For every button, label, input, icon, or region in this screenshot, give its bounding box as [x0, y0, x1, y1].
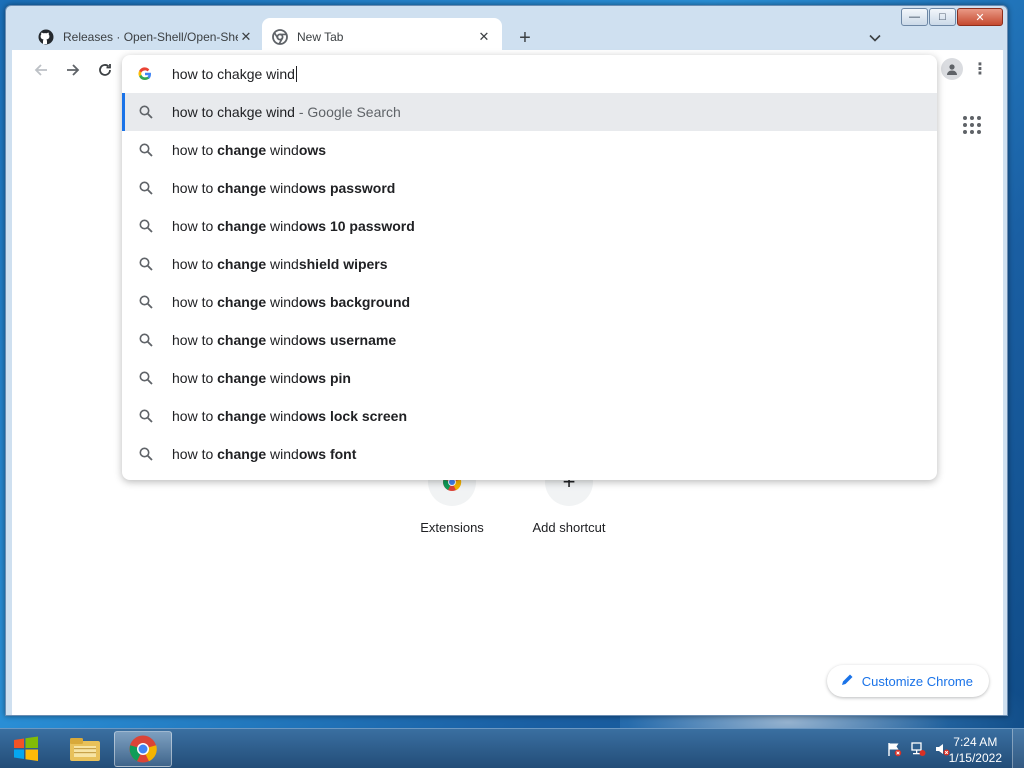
close-tab-icon[interactable]: ✕ — [476, 29, 492, 45]
suggestion-item[interactable]: how to change windows 10 password — [122, 207, 937, 245]
github-icon — [38, 29, 54, 45]
suggestion-text: how to change windows 10 password — [172, 218, 415, 234]
windows-logo-icon — [14, 736, 38, 761]
suggestion-list: how to chakge wind - Google Search how to… — [122, 93, 937, 473]
chrome-window: — □ ✕ Releases · Open-Shell/Open-She ✕ N… — [5, 5, 1008, 716]
chrome-icon — [272, 28, 288, 45]
more-menu-icon[interactable]: ⋮ — [969, 58, 991, 80]
suggestion-text: how to change windows font — [172, 446, 357, 462]
omnibox-dropdown: how to chakge wind how to chakge wind - … — [122, 55, 937, 480]
search-icon — [138, 408, 154, 424]
search-icon — [138, 370, 154, 386]
profile-avatar-icon[interactable] — [941, 58, 963, 80]
suggestion-text: how to change windows — [172, 142, 327, 158]
forward-arrow-icon[interactable] — [62, 59, 84, 81]
google-g-icon — [137, 66, 153, 82]
suggestion-item[interactable]: how to change windows pin — [122, 359, 937, 397]
clock-time: 7:24 AM — [953, 735, 998, 749]
suggestion-item[interactable]: how to change windows — [122, 131, 937, 169]
search-icon — [138, 294, 154, 310]
customize-chrome-button[interactable]: Customize Chrome — [826, 665, 989, 697]
clock-date: 1/15/2022 — [948, 751, 1002, 765]
search-icon — [138, 256, 154, 272]
search-icon — [138, 104, 154, 120]
shortcut-label: Extensions — [420, 520, 484, 535]
chrome-icon — [129, 735, 157, 763]
search-icon — [138, 142, 154, 158]
search-icon — [138, 180, 154, 196]
pencil-icon — [841, 673, 854, 689]
volume-muted-icon[interactable] — [934, 741, 950, 757]
tab-title: New Tab — [297, 29, 344, 44]
search-icon — [138, 218, 154, 234]
customize-label: Customize Chrome — [861, 673, 973, 689]
taskbar-chrome[interactable] — [114, 731, 172, 767]
suggestion-item[interactable]: how to change windows lock screen — [122, 397, 937, 435]
new-tab-button[interactable]: + — [513, 26, 537, 50]
suggestion-item[interactable]: how to change windshield wipers — [122, 245, 937, 283]
reload-icon[interactable] — [94, 59, 116, 81]
system-tray — [886, 741, 950, 757]
close-tab-icon[interactable]: ✕ — [238, 29, 254, 45]
taskbar-file-explorer[interactable] — [56, 731, 114, 767]
suggestion-item[interactable]: how to change windows password — [122, 169, 937, 207]
system-clock[interactable]: 7:24 AM 1/15/2022 — [949, 734, 1002, 766]
action-center-flag-icon[interactable] — [886, 741, 902, 757]
suggestion-item[interactable]: how to change windows username — [122, 321, 937, 359]
omnibox-input-row[interactable]: how to chakge wind — [122, 55, 937, 93]
suggestion-item[interactable]: how to chakge wind - Google Search — [122, 93, 937, 131]
suggestion-item[interactable]: how to change windows font — [122, 435, 937, 473]
suggestion-item[interactable]: how to change windows background — [122, 283, 937, 321]
suggestion-text: how to change windows password — [172, 180, 396, 196]
suggestion-text: how to change windows username — [172, 332, 397, 348]
file-explorer-icon — [70, 738, 100, 761]
tab-title: Releases · Open-Shell/Open-She — [63, 29, 238, 44]
suggestion-text: how to change windows background — [172, 294, 411, 310]
google-apps-icon[interactable] — [963, 116, 981, 134]
search-icon — [138, 446, 154, 462]
show-desktop-button[interactable] — [1012, 729, 1024, 768]
shortcut-label: Add shortcut — [532, 520, 606, 535]
start-button[interactable] — [6, 733, 46, 765]
tab-strip: Releases · Open-Shell/Open-She ✕ New Tab… — [8, 18, 1005, 55]
tab-search-chevron-icon[interactable] — [863, 26, 887, 50]
taskbar: 7:24 AM 1/15/2022 — [0, 728, 1024, 768]
suggestion-text: how to chakge wind - Google Search — [172, 104, 401, 120]
search-icon — [138, 332, 154, 348]
suggestion-text: how to change windows pin — [172, 370, 351, 386]
network-icon[interactable] — [910, 741, 926, 757]
back-arrow-icon[interactable] — [30, 59, 52, 81]
suggestion-text: how to change windows lock screen — [172, 408, 408, 424]
omnibox-input[interactable]: how to chakge wind — [172, 66, 297, 82]
suggestion-text: how to change windshield wipers — [172, 256, 388, 272]
